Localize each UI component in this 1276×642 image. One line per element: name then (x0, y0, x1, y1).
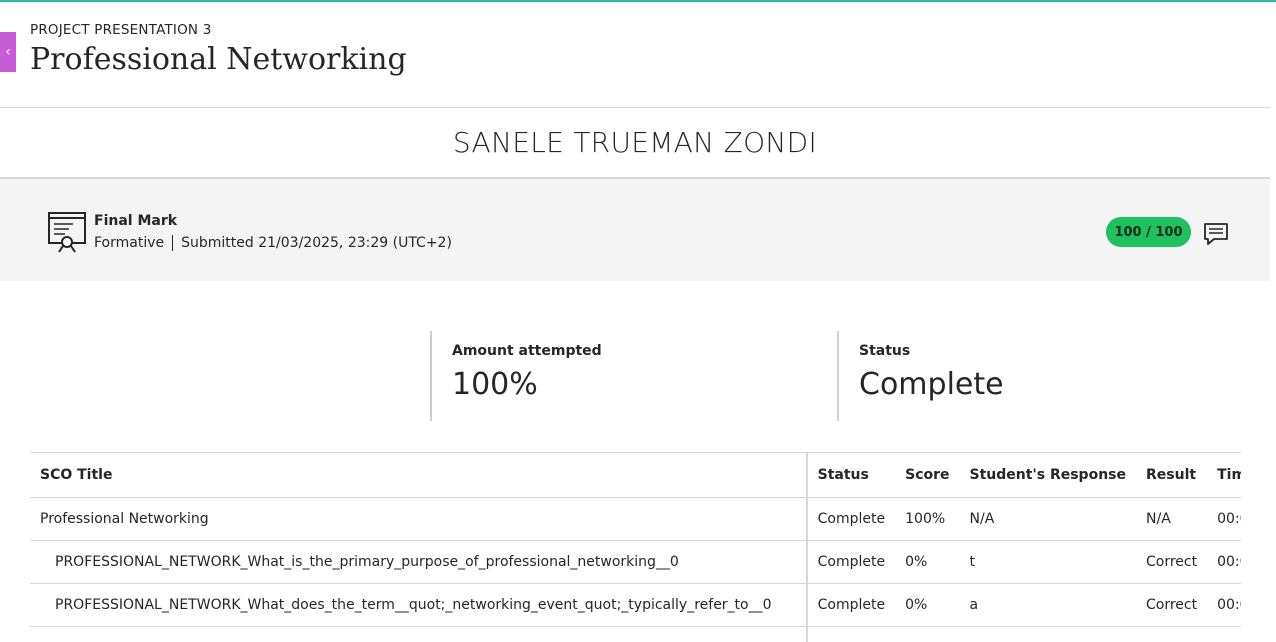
table-row (30, 626, 1241, 642)
sco-table: SCO Title Status Score Student's Respons… (30, 453, 1241, 642)
column-header-score[interactable]: Score (895, 453, 960, 498)
grade-meta: Formative Submitted 21/03/2025, 23:29 (U… (94, 235, 452, 251)
table-row: Professional Networking Complete 100% N/… (30, 497, 1241, 541)
meta-separator (172, 235, 174, 251)
student-name: SANELE TRUEMAN ZONDI (452, 126, 818, 159)
sco-table-container[interactable]: SCO Title Status Score Student's Respons… (30, 452, 1241, 642)
empty-cell (959, 626, 1136, 642)
grade-panel: Final Mark Formative Submitted 21/03/202… (0, 177, 1270, 281)
result-cell: Correct (1136, 540, 1208, 584)
submission-date: Submitted 21/03/2025, 23:29 (UTC+2) (181, 235, 452, 251)
status-cell: Complete (806, 540, 896, 584)
score-cell: 0% (895, 583, 960, 627)
header-divider (0, 107, 1270, 108)
back-button[interactable]: ‹ (0, 32, 16, 72)
sco-title-cell: Professional Networking (30, 497, 808, 541)
time-cell: 00:00:08 (1207, 540, 1241, 584)
empty-cell (895, 626, 960, 642)
amount-attempted-value: 100% (452, 367, 538, 402)
response-cell: N/A (959, 497, 1136, 541)
grade-title: Final Mark (94, 213, 178, 229)
column-header-sco-title[interactable]: SCO Title (30, 453, 808, 498)
result-cell: N/A (1136, 497, 1208, 541)
sco-title-cell: PROFESSIONAL_NETWORK_What_is_the_primary… (30, 540, 808, 584)
breadcrumb: PROJECT PRESENTATION 3 (30, 22, 212, 38)
score-cell: 100% (895, 497, 960, 541)
table-header-row: SCO Title Status Score Student's Respons… (30, 453, 1241, 498)
table-row: PROFESSIONAL_NETWORK_What_does_the_term_… (30, 583, 1241, 627)
score-cell: 0% (895, 540, 960, 584)
grade-type: Formative (94, 235, 165, 251)
amount-attempted-stat: Amount attempted 100% (430, 331, 602, 421)
column-header-response[interactable]: Student's Response (959, 453, 1136, 498)
chevron-left-icon: ‹ (5, 44, 11, 60)
page-title: Professional Networking (30, 42, 407, 77)
certificate-icon (48, 212, 86, 253)
empty-cell (1136, 626, 1208, 642)
time-cell: 00:05:44 (1207, 497, 1241, 541)
amount-attempted-label: Amount attempted (452, 343, 602, 359)
status-cell: Complete (806, 497, 896, 541)
status-label: Status (859, 343, 911, 359)
column-header-time[interactable]: Time (1207, 453, 1241, 498)
response-cell: t (959, 540, 1136, 584)
response-cell: a (959, 583, 1136, 627)
empty-cell (30, 626, 808, 642)
status-cell: Complete (806, 583, 896, 627)
page-header: PROJECT PRESENTATION 3 Professional Netw… (30, 22, 407, 77)
result-cell: Correct (1136, 583, 1208, 627)
empty-cell (1207, 626, 1241, 642)
sco-title-cell: PROFESSIONAL_NETWORK_What_does_the_term_… (30, 583, 808, 627)
status-stat: Status Complete (837, 331, 1004, 421)
table-row: PROFESSIONAL_NETWORK_What_is_the_primary… (30, 540, 1241, 584)
time-cell: 00:00:09 (1207, 583, 1241, 627)
column-header-result[interactable]: Result (1136, 453, 1208, 498)
comment-icon[interactable] (1203, 221, 1229, 247)
status-value: Complete (859, 367, 1004, 402)
score-badge[interactable]: 100 / 100 (1106, 217, 1191, 247)
top-accent-bar (0, 0, 1276, 2)
empty-cell (806, 626, 896, 642)
column-header-status[interactable]: Status (806, 453, 896, 498)
